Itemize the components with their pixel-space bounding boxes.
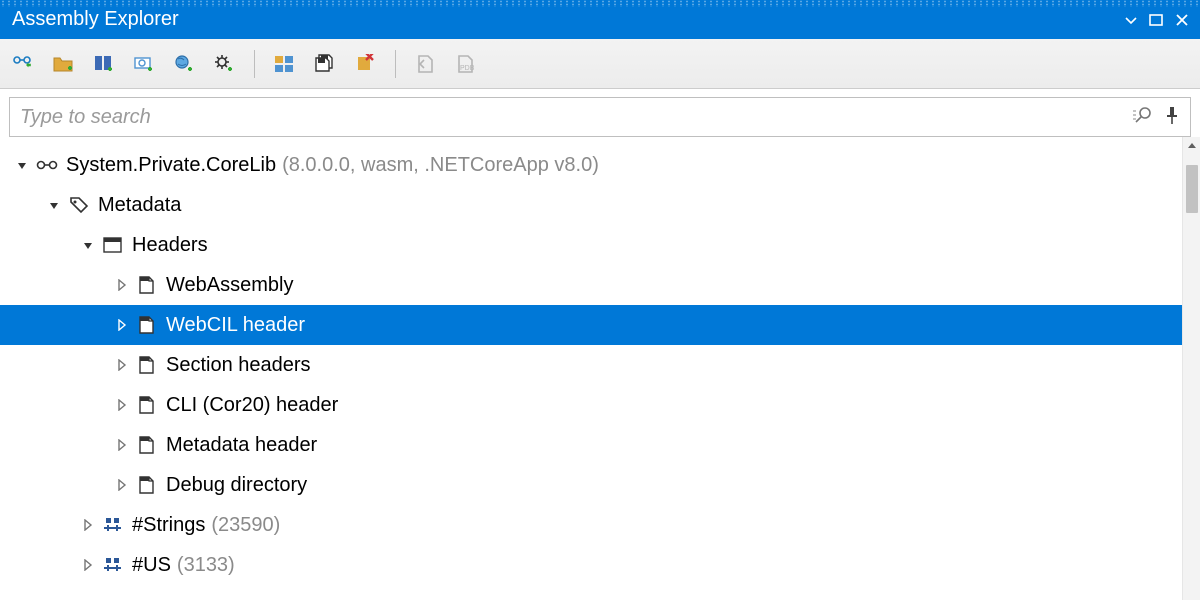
- tree-item-label: System.Private.CoreLib: [66, 154, 276, 177]
- tag-icon: [68, 194, 90, 216]
- tree-item-label: Headers: [132, 234, 208, 257]
- search-icon[interactable]: [1132, 104, 1154, 131]
- pdb-file-button[interactable]: PDB: [452, 50, 480, 78]
- tree-item-section-headers[interactable]: Section headers: [0, 345, 1200, 385]
- file-header-icon: [136, 274, 158, 296]
- expander-collapsed-icon[interactable]: [114, 317, 130, 333]
- expander-expanded-icon[interactable]: [46, 197, 62, 213]
- titlebar: Assembly Explorer: [0, 0, 1200, 39]
- open-nuget-button[interactable]: [90, 50, 118, 78]
- assembly-icon: [36, 154, 58, 176]
- svg-text:PDB: PDB: [460, 65, 475, 72]
- expander-expanded-icon[interactable]: [14, 157, 30, 173]
- file-header-icon: [136, 474, 158, 496]
- options-dropdown-icon[interactable]: [1124, 13, 1138, 27]
- expander-collapsed-icon[interactable]: [80, 517, 96, 533]
- search-bar: [9, 97, 1191, 137]
- tree-item-webassembly[interactable]: WebAssembly: [0, 265, 1200, 305]
- scroll-up-icon[interactable]: [1183, 137, 1200, 155]
- expander-collapsed-icon[interactable]: [114, 277, 130, 293]
- open-world-button[interactable]: [170, 50, 198, 78]
- tree-item-label: #Strings: [132, 514, 205, 537]
- assembly-tree: System.Private.CoreLib (8.0.0.0, wasm, .…: [0, 137, 1200, 585]
- tree-item-us[interactable]: #US (3133): [0, 545, 1200, 585]
- window-header-icon: [102, 234, 124, 256]
- navigate-file-button[interactable]: [412, 50, 440, 78]
- tree-item-label: #US: [132, 554, 171, 577]
- maximize-icon[interactable]: [1148, 12, 1164, 28]
- file-header-icon: [136, 394, 158, 416]
- table-data-icon: [102, 554, 124, 576]
- toolbar: PDB: [0, 39, 1200, 89]
- expander-collapsed-icon[interactable]: [80, 557, 96, 573]
- save-all-button[interactable]: [311, 50, 339, 78]
- open-gear-button[interactable]: [210, 50, 238, 78]
- tree-item-debug-directory[interactable]: Debug directory: [0, 465, 1200, 505]
- expander-collapsed-icon[interactable]: [114, 437, 130, 453]
- open-settings-drive-button[interactable]: [130, 50, 158, 78]
- tree-item-metadata[interactable]: Metadata: [0, 185, 1200, 225]
- tree-item-metadata-header[interactable]: Metadata header: [0, 425, 1200, 465]
- tree-item-webcil-header[interactable]: WebCIL header: [0, 305, 1200, 345]
- tree-item-label: CLI (Cor20) header: [166, 394, 338, 417]
- tree-item-assembly[interactable]: System.Private.CoreLib (8.0.0.0, wasm, .…: [0, 145, 1200, 185]
- tree-item-label: WebCIL header: [166, 314, 305, 337]
- tree-item-meta: (23590): [211, 514, 280, 537]
- tree-item-meta: (8.0.0.0, wasm, .NETCoreApp v8.0): [282, 154, 599, 177]
- close-icon[interactable]: [1174, 12, 1190, 28]
- search-input[interactable]: [20, 106, 1122, 129]
- toolbar-separator: [254, 50, 255, 78]
- tree-item-strings[interactable]: #Strings (23590): [0, 505, 1200, 545]
- table-data-icon: [102, 514, 124, 536]
- expander-expanded-icon[interactable]: [80, 237, 96, 253]
- vertical-scrollbar[interactable]: [1182, 137, 1200, 600]
- window-title: Assembly Explorer: [12, 8, 179, 31]
- tree-item-cli-header[interactable]: CLI (Cor20) header: [0, 385, 1200, 425]
- tree-item-headers[interactable]: Headers: [0, 225, 1200, 265]
- file-header-icon: [136, 314, 158, 336]
- scroll-thumb[interactable]: [1186, 165, 1198, 213]
- expander-collapsed-icon[interactable]: [114, 477, 130, 493]
- window-controls: [1124, 12, 1190, 28]
- open-from-gac-button[interactable]: [10, 50, 38, 78]
- expander-collapsed-icon[interactable]: [114, 357, 130, 373]
- file-header-icon: [136, 354, 158, 376]
- tree-item-label: Debug directory: [166, 474, 307, 497]
- tree-item-label: Section headers: [166, 354, 311, 377]
- tree-item-label: Metadata: [98, 194, 181, 217]
- toolbar-separator: [395, 50, 396, 78]
- tree-item-meta: (3133): [177, 554, 235, 577]
- tree-item-label: Metadata header: [166, 434, 317, 457]
- file-header-icon: [136, 434, 158, 456]
- titlebar-grip-pattern: [0, 0, 1200, 7]
- pin-icon[interactable]: [1164, 105, 1180, 130]
- clear-button[interactable]: [351, 50, 379, 78]
- open-folder-button[interactable]: [50, 50, 78, 78]
- tree-item-label: WebAssembly: [166, 274, 293, 297]
- window-tile-button[interactable]: [271, 50, 299, 78]
- expander-collapsed-icon[interactable]: [114, 397, 130, 413]
